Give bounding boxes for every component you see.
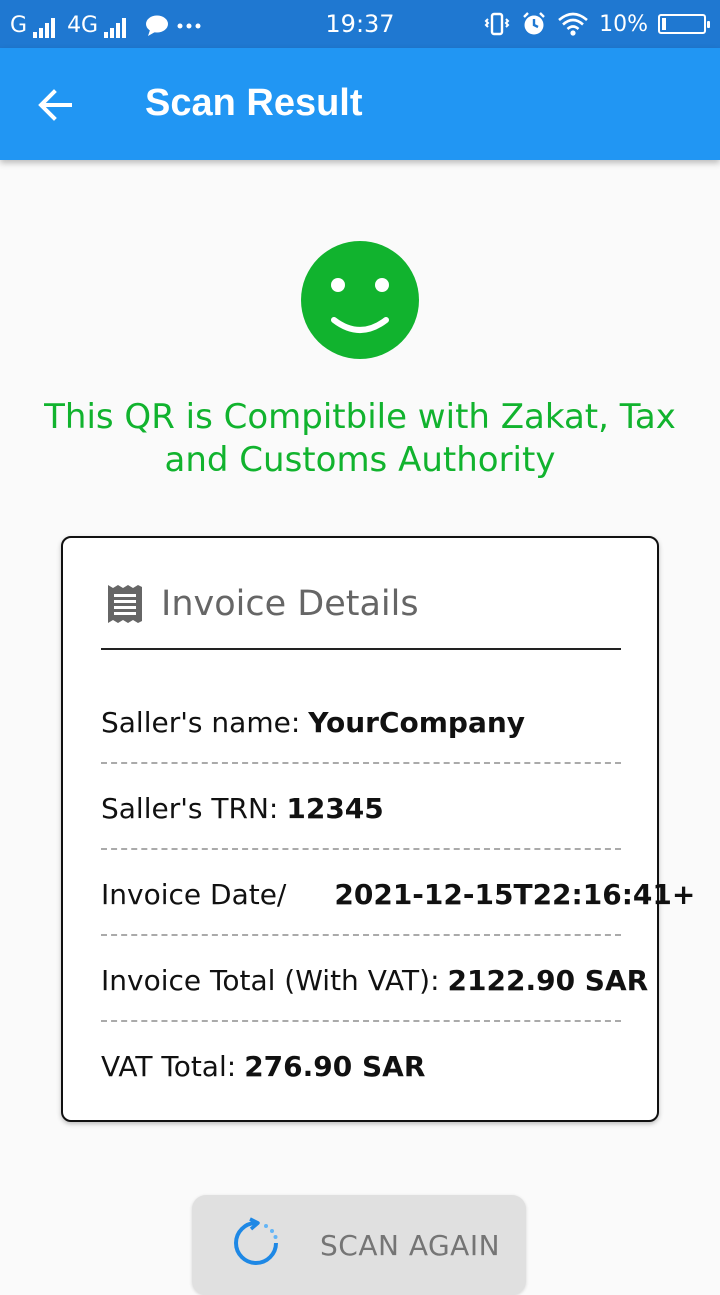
row-seller-name: Saller's name: YourCompany (101, 706, 621, 739)
app-bar: Scan Result (0, 48, 720, 160)
row-seller-trn: Saller's TRN: 12345 (101, 792, 621, 825)
result-message: This QR is Compitbile with Zakat, Tax an… (44, 397, 676, 480)
invoice-header: Invoice Details (105, 582, 419, 626)
row-value: 2021-12-15T22:16:41+ (334, 878, 696, 911)
battery-percent: 10% (599, 11, 648, 37)
row-value: 276.90 SAR (244, 1050, 426, 1083)
status-right: 10% (483, 10, 710, 38)
scan-again-button[interactable]: SCAN AGAIN (192, 1195, 526, 1295)
wifi-icon (558, 12, 588, 36)
vibrate-icon (484, 12, 510, 36)
invoice-title: Invoice Details (161, 584, 419, 624)
row-divider (101, 934, 621, 936)
row-label: Invoice Date/ (101, 878, 287, 911)
status-bar: G 4G 19:37 10% (0, 0, 720, 48)
invoice-card: Invoice Details Saller's name: YourCompan… (61, 536, 695, 1122)
smiley-face-icon (301, 241, 419, 359)
page-title: Scan Result (145, 82, 363, 124)
battery-icon (658, 14, 710, 34)
row-value: YourCompany (308, 706, 526, 739)
row-divider (101, 762, 621, 764)
row-value: 12345 (286, 792, 384, 825)
receipt-icon (108, 585, 142, 623)
row-divider (101, 1020, 621, 1022)
row-label: Invoice Total (With VAT): (101, 964, 440, 997)
row-divider (101, 848, 621, 850)
row-invoice-date: Invoice Date/2021-12-15T22:16:41+ (101, 878, 695, 911)
row-vat-total: VAT Total: 276.90 SAR (101, 1050, 621, 1083)
row-value: 2122.90 SAR (447, 964, 649, 997)
header-divider (101, 648, 621, 650)
row-invoice-total: Invoice Total (With VAT): 2122.90 SAR (101, 964, 648, 997)
scan-again-label: SCAN AGAIN (320, 1229, 501, 1262)
alarm-icon (523, 12, 545, 35)
row-label: Saller's TRN: (101, 792, 279, 825)
refresh-icon (234, 1217, 278, 1265)
row-label: VAT Total: (101, 1050, 237, 1083)
row-label: Saller's name: (101, 706, 301, 739)
back-arrow-icon[interactable] (30, 80, 80, 130)
